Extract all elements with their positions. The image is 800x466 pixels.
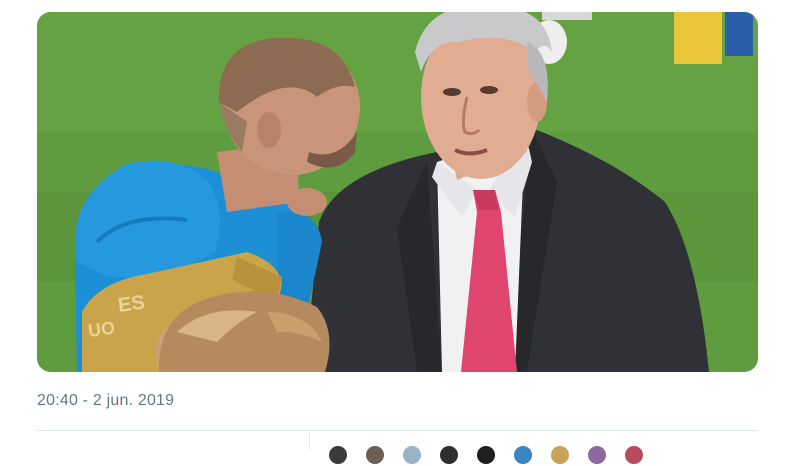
bib-text: ES	[117, 291, 146, 317]
tweet-photo[interactable]: ES UO	[37, 12, 758, 372]
liker-avatar-8[interactable]	[586, 444, 608, 466]
liker-avatar-1[interactable]	[327, 444, 349, 466]
tweet-card: ES UO 20:40 - 2 jun. 2019	[0, 0, 800, 466]
liker-avatar-7[interactable]	[549, 444, 571, 466]
liker-avatar-6[interactable]	[512, 444, 534, 466]
liker-avatar-3[interactable]	[401, 444, 423, 466]
photo-scene: ES UO	[37, 12, 758, 372]
liker-avatar-5[interactable]	[475, 444, 497, 466]
stats-divider	[309, 431, 310, 450]
tweet-timestamp[interactable]: 20:40 - 2 jun. 2019	[37, 392, 174, 410]
tweet-stats	[37, 431, 758, 466]
bib-text-2: UO	[87, 317, 117, 341]
liker-avatar-9[interactable]	[623, 444, 645, 466]
background-board	[674, 12, 722, 64]
liker-avatar-4[interactable]	[438, 444, 460, 466]
liker-avatar-2[interactable]	[364, 444, 386, 466]
